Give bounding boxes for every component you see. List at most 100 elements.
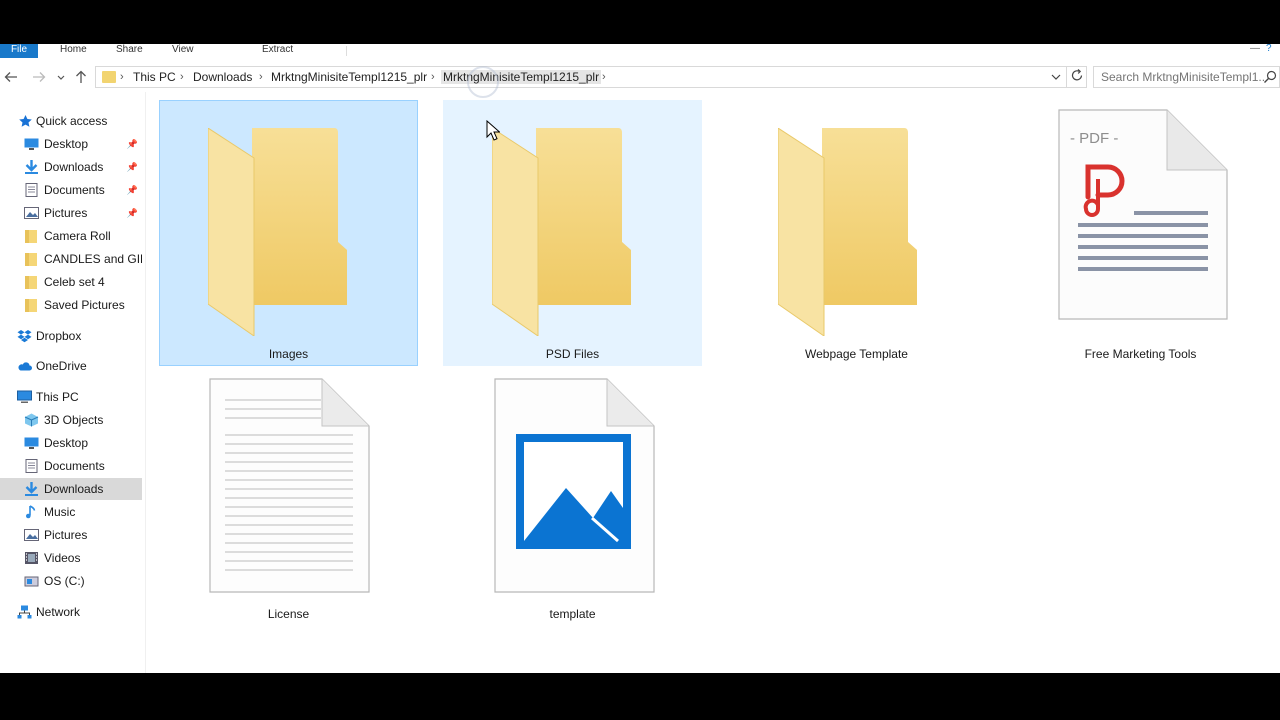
recent-locations-icon[interactable] [54,68,68,86]
network-icon [17,605,32,619]
pictures-icon [24,529,39,541]
chevron-right-icon[interactable]: › [602,70,606,84]
tab-extract[interactable]: Extract [262,44,293,58]
file-item-template[interactable]: template [443,368,702,634]
file-item-label: License [267,607,310,621]
pin-icon[interactable]: 📌 [127,133,138,155]
file-item-label: Webpage Template [805,347,908,361]
sidebar-item-downloads[interactable]: Downloads 📌 [0,156,142,178]
folder-icon [25,253,37,266]
music-icon [26,505,36,519]
file-item-webpage-template[interactable]: Webpage Template [727,100,986,366]
pdf-badge: - PDF - [1070,130,1118,147]
tab-share[interactable]: Share [116,44,143,58]
folder-icon [25,276,37,289]
up-icon[interactable] [72,68,90,86]
folder-icon [102,71,116,83]
minimize-ribbon-icon[interactable]: — [1250,44,1260,54]
folder-icon [25,299,37,312]
folder-icon [492,128,631,336]
file-item-label: Images [268,347,309,361]
sidebar-item-saved-pictures[interactable]: Saved Pictures [0,294,142,316]
text-file-icon [209,378,370,593]
pin-icon[interactable]: 📌 [127,202,138,224]
folder-icon [208,128,347,336]
navigation-bar: › This PC › Downloads › MrktngMinisiteTe… [0,64,1280,90]
folder-icon [25,230,37,243]
sidebar-item-pictures[interactable]: Pictures 📌 [0,202,142,224]
sidebar-item-3d-objects[interactable]: 3D Objects [0,409,142,431]
help-icon[interactable]: ? [1266,44,1272,54]
sidebar-item-videos[interactable]: Videos [0,547,142,569]
mouse-pointer-icon [486,120,500,141]
chevron-right-icon[interactable]: › [431,70,435,84]
dropbox-icon [17,330,32,343]
film-icon [25,552,38,564]
chevron-right-icon: › [120,71,124,83]
sidebar-item-onedrive[interactable]: OneDrive [0,355,142,377]
pin-icon[interactable]: 📌 [127,156,138,178]
file-item-label: PSD Files [545,347,600,361]
download-icon [25,482,38,496]
ribbon-divider [346,46,347,56]
sidebar-item-pc-documents[interactable]: Documents [0,455,142,477]
file-item-free-marketing-tools[interactable]: - PDF - Free Marketing Tools [1011,100,1270,366]
sidebar-item-network[interactable]: Network [0,601,142,623]
ribbon-tab-bar: File Home Share View Extract — ? [0,44,1280,58]
search-icon[interactable] [1263,70,1277,84]
image-file-icon [494,378,655,593]
forward-icon[interactable] [30,68,48,86]
breadcrumb-downloads[interactable]: Downloads [193,70,252,84]
desktop-icon [24,138,39,150]
breadcrumb-current-folder[interactable]: MrktngMinisiteTempl1215_plr [441,70,602,84]
sidebar-item-pc-pictures[interactable]: Pictures [0,524,142,546]
computer-icon [17,390,32,403]
breadcrumb-parent-folder[interactable]: MrktngMinisiteTempl1215_plr [271,70,427,84]
busy-cursor-icon [467,66,499,98]
star-icon [19,115,32,127]
pdf-icon: - PDF - [1058,109,1228,320]
file-item-license[interactable]: License [159,368,418,634]
sidebar-item-desktop[interactable]: Desktop 📌 [0,133,142,155]
refresh-icon[interactable] [1067,66,1087,88]
file-item-label: template [549,607,596,621]
file-item-psd-files[interactable]: PSD Files [443,100,702,366]
sidebar-item-os-c[interactable]: OS (C:) [0,570,142,592]
pin-icon[interactable]: 📌 [127,179,138,201]
breadcrumb-this-pc[interactable]: This PC [133,70,176,84]
sidebar-item-celeb-set-4[interactable]: Celeb set 4 [0,271,142,293]
sidebar-item-quick-access[interactable]: Quick access [0,110,142,132]
back-icon[interactable] [2,68,20,86]
file-list: Images PSD Files Webpage Template - PDF … [146,92,1280,673]
address-bar[interactable]: › This PC › Downloads › MrktngMinisiteTe… [95,66,1067,88]
documents-icon [25,459,38,473]
tab-home[interactable]: Home [60,44,87,58]
search-box[interactable] [1093,66,1280,88]
drive-icon [24,576,39,587]
sidebar-item-pc-downloads[interactable]: Downloads [0,478,142,500]
file-explorer-window: File Home Share View Extract — ? › This … [0,44,1280,673]
sidebar-item-camera-roll[interactable]: Camera Roll [0,225,142,247]
file-item-images[interactable]: Images [159,100,418,366]
documents-icon [25,183,38,197]
cube-icon [24,413,39,427]
tab-file[interactable]: File [0,44,38,58]
sidebar-item-this-pc[interactable]: This PC [0,386,142,408]
folder-icon [778,128,917,336]
chevron-right-icon[interactable]: › [259,70,263,84]
sidebar-item-pc-desktop[interactable]: Desktop [0,432,142,454]
navigation-pane: Quick access Desktop 📌 Downloads 📌 Docum… [0,92,145,673]
sidebar-item-music[interactable]: Music [0,501,142,523]
file-item-label: Free Marketing Tools [1084,347,1197,361]
tab-view[interactable]: View [172,44,194,58]
sidebar-item-documents[interactable]: Documents 📌 [0,179,142,201]
sidebar-item-candles-and-gifts[interactable]: CANDLES and GIFTS [0,248,142,270]
search-input[interactable] [1094,67,1264,87]
cloud-icon [18,362,32,371]
chevron-down-icon[interactable] [1050,69,1062,88]
sidebar-item-dropbox[interactable]: Dropbox [0,325,142,347]
pictures-icon [24,207,39,219]
download-icon [25,160,38,174]
desktop-icon [24,437,39,449]
chevron-right-icon[interactable]: › [180,70,184,84]
